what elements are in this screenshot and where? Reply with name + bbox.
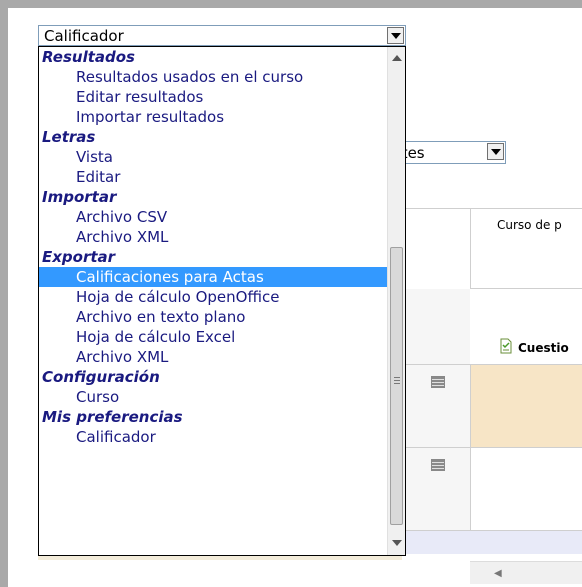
navigation-dropdown-list[interactable]: Resultados Resultados usados en el curso E… <box>38 46 406 556</box>
page-frame: antes Curso de p Cuestio ◀ Calificador R… <box>8 8 582 587</box>
grip-icon <box>394 377 400 378</box>
quiz-icon[interactable] <box>500 338 512 354</box>
dropdown-option[interactable]: Archivo XML <box>39 227 387 247</box>
row-action-cell <box>402 448 471 531</box>
dropdown-group-label: Configuración <box>42 368 160 386</box>
scrollbar-thumb[interactable] <box>390 247 403 525</box>
dropdown-option[interactable]: Editar resultados <box>39 87 387 107</box>
course-title: Curso de p <box>497 218 562 232</box>
dropdown-group-label: Resultados <box>42 48 135 66</box>
dropdown-options: Resultados Resultados usados en el curso E… <box>39 47 387 447</box>
dropdown-option[interactable]: Hoja de cálculo Excel <box>39 327 387 347</box>
horizontal-scrollbar[interactable]: ◀ <box>470 561 582 584</box>
chevron-down-icon[interactable] <box>387 27 404 44</box>
dropdown-option[interactable]: Curso <box>39 387 387 407</box>
view-select[interactable]: antes <box>383 141 506 164</box>
dropdown-group-label: Mis preferencias <box>42 408 183 426</box>
dropdown-option[interactable]: Importar resultados <box>39 107 387 127</box>
scroll-down-icon[interactable] <box>392 540 402 546</box>
dropdown-option[interactable]: Hoja de cálculo OpenOffice <box>39 287 387 307</box>
quiz-column-label[interactable]: Cuestio <box>518 341 569 355</box>
grade-row <box>402 447 582 531</box>
dropdown-option[interactable]: Resultados usados en el curso <box>39 67 387 87</box>
dropdown-group-label: Exportar <box>42 248 116 266</box>
dropdown-group-label: Importar <box>42 188 117 206</box>
navigation-select-value: Calificador <box>44 27 124 45</box>
navigation-select[interactable]: Calificador <box>38 25 406 46</box>
dropdown-option[interactable]: Vista <box>39 147 387 167</box>
dropdown-scrollbar[interactable] <box>387 47 405 555</box>
dropdown-option[interactable]: Calificaciones para Actas <box>39 267 387 287</box>
scroll-up-icon[interactable] <box>392 55 402 61</box>
grid-view-icon[interactable] <box>431 459 445 471</box>
dropdown-option[interactable]: Calificador <box>39 427 387 447</box>
dropdown-option[interactable]: Archivo CSV <box>39 207 387 227</box>
dropdown-option[interactable]: Archivo XML <box>39 347 387 367</box>
dropdown-option[interactable]: Archivo en texto plano <box>39 307 387 327</box>
chevron-down-icon[interactable] <box>487 143 504 160</box>
scroll-left-icon[interactable]: ◀ <box>494 568 502 579</box>
row-action-cell <box>402 365 471 448</box>
grade-row <box>402 530 582 554</box>
grade-row <box>402 364 582 448</box>
dropdown-group-label: Letras <box>42 128 96 146</box>
grid-view-icon[interactable] <box>431 376 445 388</box>
dropdown-option[interactable]: Editar <box>39 167 387 187</box>
